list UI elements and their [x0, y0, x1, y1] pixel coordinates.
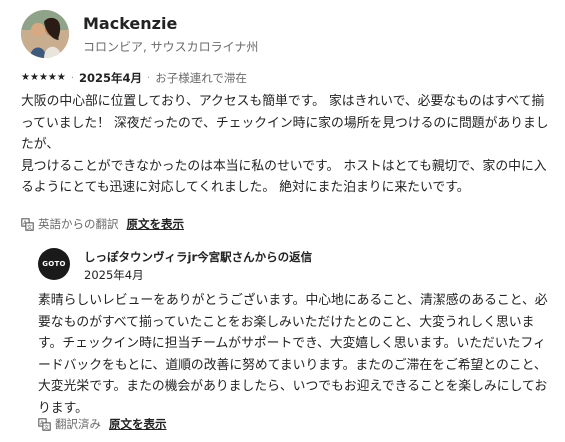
- avatar[interactable]: [21, 10, 69, 58]
- translate-icon: A 文: [38, 417, 51, 430]
- svg-text:文: 文: [27, 222, 33, 230]
- svg-text:文: 文: [44, 422, 50, 430]
- star-icon: ★: [29, 72, 39, 83]
- star-icon: ★: [21, 72, 30, 83]
- review-date: 2025年4月: [79, 71, 143, 85]
- review-header: Mackenzie コロンビア, サウスカロライナ州: [21, 10, 541, 60]
- review-card: Mackenzie コロンビア, サウスカロライナ州 ★ ★ ★ ★ ★ · 2025年…: [0, 0, 565, 442]
- reply-translation-label: 翻訳済み: [55, 417, 101, 431]
- host-logo[interactable]: GOTO: [38, 248, 70, 280]
- host-reply: GOTO しっぽタウンヴィラjr今宮駅さんからの返信 2025年4月 素晴らしい…: [38, 244, 558, 439]
- translation-info: A 文 英語からの翻訳 原文を表示: [21, 216, 184, 232]
- reply-translation-info: A 文 翻訳済み 原文を表示: [38, 416, 167, 432]
- separator-dot: ·: [70, 72, 75, 84]
- separator-dot: ·: [147, 72, 151, 84]
- host-reply-date: 2025年4月: [84, 268, 144, 282]
- review-text: 大阪の中心部に位置しており、アクセスも簡単です。 家はきれいで、必要なものはすべ…: [21, 91, 549, 199]
- host-logo-text: GOTO: [42, 260, 66, 268]
- star-rating: ★ ★ ★ ★ ★: [21, 73, 66, 83]
- reviewer-location: コロンビア, サウスカロライナ州: [83, 40, 259, 54]
- star-icon: ★: [38, 72, 48, 83]
- translation-label: 英語からの翻訳: [38, 217, 119, 231]
- reply-show-original-link[interactable]: 原文を表示: [109, 416, 167, 432]
- review-paragraph: 見つけることができなかったのは本当に私のせいです。 ホストはとても親切で、家の中…: [21, 158, 547, 196]
- trip-type: お子様連れで滞在: [155, 71, 247, 85]
- reviewer-name: Mackenzie: [83, 14, 178, 33]
- avatar-photo: [21, 10, 69, 58]
- host-reply-title: しっぽタウンヴィラjr今宮駅さんからの返信: [84, 250, 313, 264]
- review-paragraph: 大阪の中心部に位置しており、アクセスも簡単です。 家はきれいで、必要なものはすべ…: [21, 94, 549, 152]
- host-reply-text: 素晴らしいレビューをありがとうございます。中心地にあること、清潔感のあること、必…: [38, 293, 548, 416]
- star-icon: ★: [47, 72, 57, 83]
- show-original-link[interactable]: 原文を表示: [127, 216, 185, 232]
- review-meta: ★ ★ ★ ★ ★ · 2025年4月 · お子様連れで滞在: [21, 70, 247, 86]
- star-icon: ★: [56, 72, 66, 83]
- translate-icon: A 文: [21, 217, 34, 230]
